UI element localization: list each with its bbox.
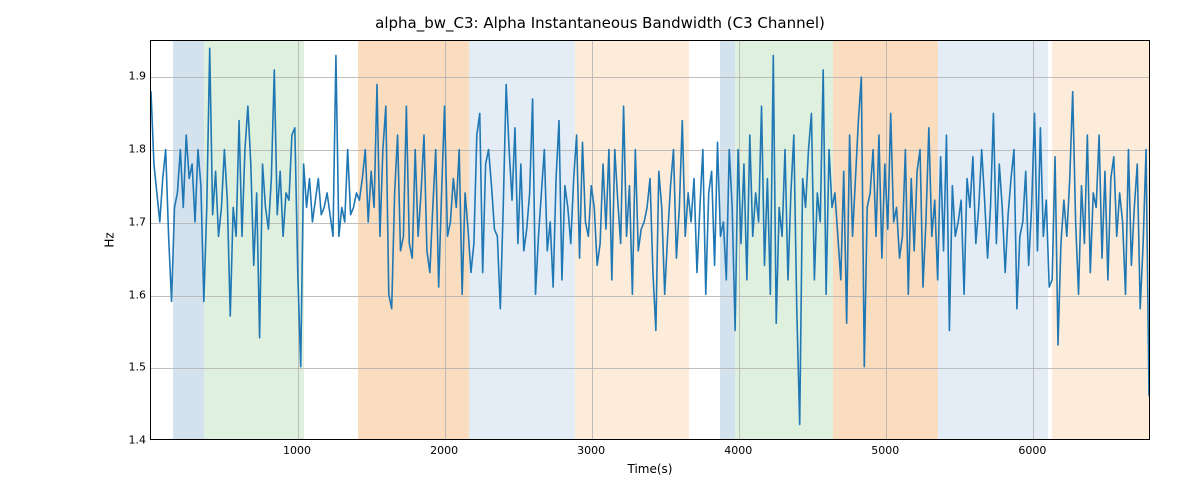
line-series xyxy=(151,41,1149,439)
y-axis-label: Hz xyxy=(100,40,120,440)
y-tick-label: 1.9 xyxy=(86,70,146,83)
y-tick-label: 1.4 xyxy=(86,434,146,447)
x-tick-label: 5000 xyxy=(855,444,915,457)
x-tick-label: 6000 xyxy=(1002,444,1062,457)
y-tick-label: 1.5 xyxy=(86,361,146,374)
y-tick-label: 1.6 xyxy=(86,288,146,301)
x-tick-label: 1000 xyxy=(267,444,327,457)
chart-title: alpha_bw_C3: Alpha Instantaneous Bandwid… xyxy=(0,14,1200,32)
y-tick-label: 1.8 xyxy=(86,143,146,156)
y-tick-label: 1.7 xyxy=(86,215,146,228)
x-axis-label: Time(s) xyxy=(150,462,1150,476)
series-path xyxy=(151,48,1149,424)
plot-area xyxy=(150,40,1150,440)
x-tick-label: 2000 xyxy=(414,444,474,457)
x-tick-label: 3000 xyxy=(561,444,621,457)
figure: alpha_bw_C3: Alpha Instantaneous Bandwid… xyxy=(0,0,1200,500)
x-tick-label: 4000 xyxy=(708,444,768,457)
